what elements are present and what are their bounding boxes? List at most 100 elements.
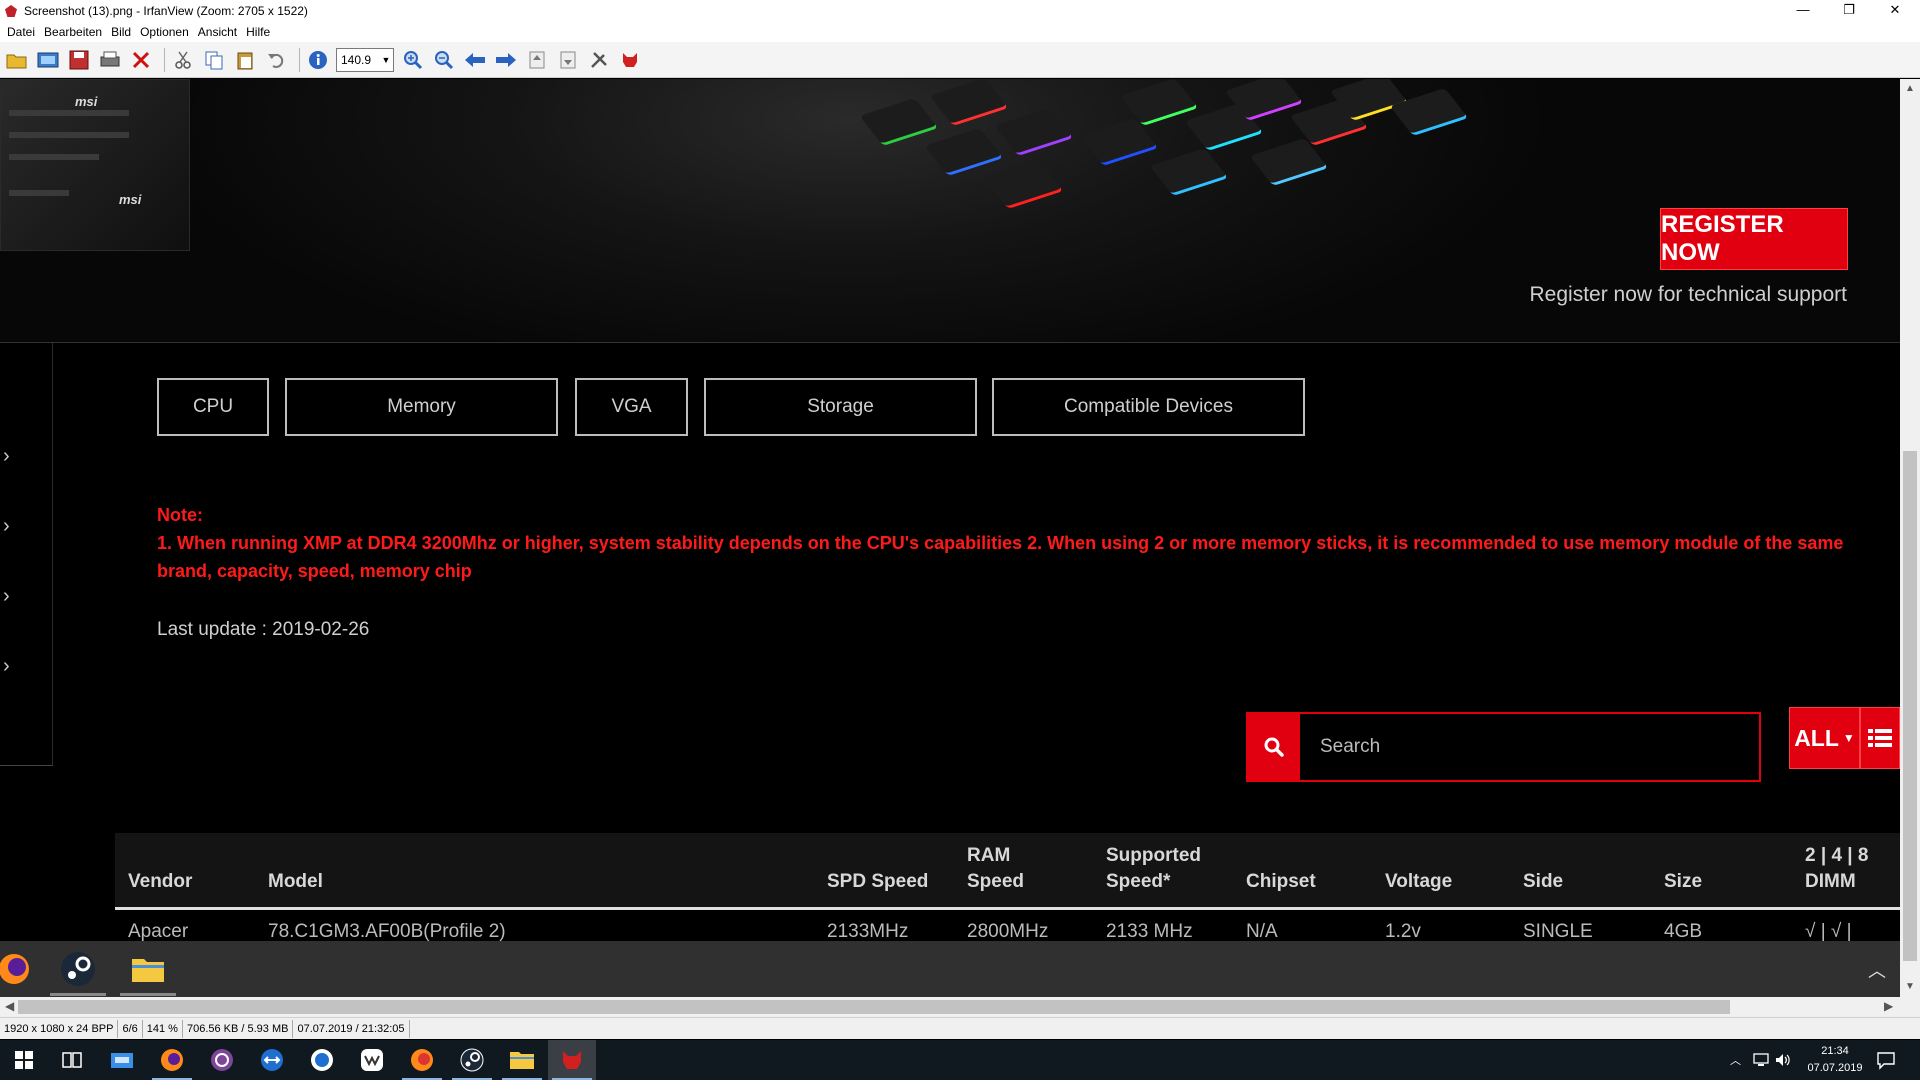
previous-image-icon[interactable] bbox=[462, 47, 488, 73]
header-size[interactable]: Size bbox=[1664, 869, 1702, 895]
tray-overflow-chevron-up-icon[interactable]: ︿ bbox=[1730, 1040, 1741, 1080]
filter-all-dropdown[interactable]: ALL ▼ bbox=[1789, 707, 1860, 769]
cell-chipset: N/A bbox=[1246, 921, 1278, 942]
next-image-icon[interactable] bbox=[493, 47, 519, 73]
clock-date: 07.07.2019 bbox=[1807, 1062, 1863, 1074]
copy-icon[interactable] bbox=[201, 47, 227, 73]
table-header: Vendor Model SPD Speed RAM Speed Support… bbox=[115, 833, 1900, 910]
header-voltage[interactable]: Voltage bbox=[1385, 869, 1452, 895]
header-spd-speed[interactable]: SPD Speed bbox=[827, 869, 928, 895]
scroll-up-arrow-icon[interactable]: ▲ bbox=[1900, 83, 1920, 94]
print-icon[interactable] bbox=[97, 47, 123, 73]
search-icon bbox=[1264, 737, 1284, 757]
register-now-button[interactable]: REGISTER NOW bbox=[1660, 208, 1848, 270]
chevron-right-icon[interactable]: › bbox=[3, 656, 15, 676]
header-side[interactable]: Side bbox=[1523, 869, 1563, 895]
info-icon[interactable] bbox=[305, 47, 331, 73]
irfanview-cat-icon[interactable] bbox=[617, 47, 643, 73]
delete-icon[interactable] bbox=[128, 47, 154, 73]
taskbar-clock[interactable]: 21:34 07.07.2019 bbox=[1800, 1043, 1870, 1077]
menu-bild[interactable]: Bild bbox=[111, 25, 131, 39]
menu-ansicht[interactable]: Ansicht bbox=[198, 25, 237, 39]
title-bar: Screenshot (13).png - IrfanView (Zoom: 2… bbox=[0, 0, 1920, 22]
menu-datei[interactable]: Datei bbox=[7, 25, 35, 39]
vertical-scroll-thumb[interactable] bbox=[1903, 451, 1917, 961]
last-update-text: Last update : 2019-02-26 bbox=[157, 619, 370, 640]
volume-icon[interactable] bbox=[1774, 1040, 1792, 1080]
zoom-combobox[interactable]: 140.9 ▼ bbox=[336, 47, 394, 72]
cell-ram-speed: 2800MHz bbox=[967, 921, 1049, 942]
taskbar-whatsapp-icon[interactable] bbox=[298, 1040, 346, 1080]
vertical-scrollbar[interactable]: ▲ ▼ bbox=[1900, 79, 1920, 997]
taskbar-tor-icon[interactable] bbox=[198, 1040, 246, 1080]
maximize-button[interactable]: ❐ bbox=[1826, 0, 1872, 22]
caret-down-icon: ▼ bbox=[1842, 731, 1855, 745]
tab-cpu[interactable]: CPU bbox=[157, 378, 269, 436]
scroll-right-arrow-icon[interactable]: ▶ bbox=[1884, 999, 1893, 1013]
taskbar-vk-icon[interactable] bbox=[348, 1040, 396, 1080]
header-chipset[interactable]: Chipset bbox=[1246, 869, 1316, 895]
paste-icon[interactable] bbox=[232, 47, 258, 73]
taskbar-firefox-dev-icon[interactable] bbox=[398, 1040, 446, 1080]
open-folder-icon[interactable] bbox=[4, 47, 30, 73]
menu-bar: Datei Bearbeiten Bild Optionen Ansicht H… bbox=[0, 22, 1920, 42]
list-icon bbox=[1868, 729, 1892, 747]
header-ram-speed[interactable]: RAM Speed bbox=[967, 843, 1024, 895]
undo-icon[interactable] bbox=[263, 47, 289, 73]
start-windows-icon[interactable] bbox=[0, 1040, 48, 1080]
scroll-down-arrow-icon[interactable]: ▼ bbox=[1900, 981, 1920, 992]
msi-logo: msi bbox=[119, 192, 142, 207]
settings-tools-icon[interactable] bbox=[586, 47, 612, 73]
status-datetime: 07.07.2019 / 21:32:05 bbox=[293, 1019, 410, 1038]
msi-logo: msi bbox=[75, 94, 98, 109]
tab-memory[interactable]: Memory bbox=[285, 378, 558, 436]
status-zoom: 141 % bbox=[143, 1019, 183, 1038]
header-dimm[interactable]: 2 | 4 | 8 DIMM bbox=[1805, 843, 1868, 895]
chevron-right-icon[interactable]: › bbox=[3, 586, 15, 606]
note-title: Note: bbox=[157, 505, 203, 525]
menu-optionen[interactable]: Optionen bbox=[140, 25, 189, 39]
tab-vga[interactable]: VGA bbox=[575, 378, 688, 436]
status-bar: 1920 x 1080 x 24 BPP 6/6 141 % 706.56 KB… bbox=[0, 1017, 1920, 1039]
header-model[interactable]: Model bbox=[268, 869, 323, 895]
last-page-icon[interactable] bbox=[555, 47, 581, 73]
search-box bbox=[1246, 712, 1761, 782]
tab-compatible-devices[interactable]: Compatible Devices bbox=[992, 378, 1305, 436]
motherboard-image: msi msi bbox=[0, 79, 190, 251]
menu-hilfe[interactable]: Hilfe bbox=[246, 25, 270, 39]
taskbar-explorer-icon[interactable] bbox=[498, 1040, 546, 1080]
first-page-icon[interactable] bbox=[524, 47, 550, 73]
scroll-left-arrow-icon[interactable]: ◀ bbox=[5, 999, 14, 1013]
task-view-icon[interactable] bbox=[48, 1040, 96, 1080]
close-button[interactable]: ✕ bbox=[1872, 0, 1918, 22]
taskbar-steam-icon[interactable] bbox=[448, 1040, 496, 1080]
search-button[interactable] bbox=[1248, 714, 1300, 780]
tab-storage[interactable]: Storage bbox=[704, 378, 977, 436]
network-icon[interactable] bbox=[1752, 1040, 1770, 1080]
header-vendor[interactable]: Vendor bbox=[128, 869, 192, 895]
cell-side: SINGLE bbox=[1523, 921, 1593, 942]
cut-icon[interactable] bbox=[170, 47, 196, 73]
chevron-right-icon[interactable]: › bbox=[3, 516, 15, 536]
menu-bearbeiten[interactable]: Bearbeiten bbox=[44, 25, 102, 39]
taskbar-teamviewer-icon[interactable] bbox=[248, 1040, 296, 1080]
save-icon[interactable] bbox=[66, 47, 92, 73]
status-dimensions: 1920 x 1080 x 24 BPP bbox=[0, 1019, 119, 1038]
chevron-right-icon[interactable]: › bbox=[3, 446, 15, 466]
header-supported-speed[interactable]: Supported Speed* bbox=[1106, 843, 1201, 895]
image-viewport[interactable]: msi msi REGISTER NOW Register now for te… bbox=[0, 79, 1900, 997]
slideshow-icon[interactable] bbox=[35, 47, 61, 73]
hero-banner: msi msi REGISTER NOW Register now for te… bbox=[0, 79, 1900, 343]
zoom-out-icon[interactable] bbox=[431, 47, 457, 73]
zoom-in-icon[interactable] bbox=[400, 47, 426, 73]
minimize-button[interactable]: — bbox=[1780, 0, 1826, 22]
search-input[interactable] bbox=[1300, 714, 1759, 780]
taskbar-firefox-icon[interactable] bbox=[148, 1040, 196, 1080]
list-view-button[interactable] bbox=[1860, 707, 1900, 769]
horizontal-scroll-thumb[interactable] bbox=[18, 1000, 1730, 1014]
horizontal-scrollbar[interactable]: ◀ ▶ bbox=[0, 997, 1900, 1017]
notification-center-icon[interactable] bbox=[1876, 1050, 1896, 1070]
taskbar-store-icon[interactable] bbox=[98, 1040, 146, 1080]
toolbar: 140.9 ▼ bbox=[0, 42, 1920, 78]
taskbar-irfanview-icon[interactable] bbox=[548, 1040, 596, 1080]
